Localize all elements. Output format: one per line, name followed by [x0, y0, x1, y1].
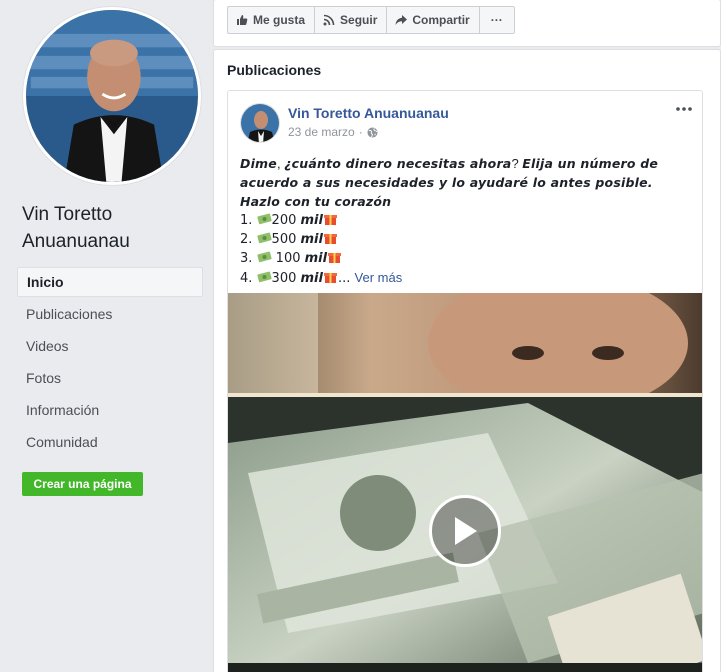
post-text-part: Dime	[240, 156, 277, 171]
thumbs-up-icon	[237, 15, 248, 25]
nav-item-informacion[interactable]: Información	[17, 395, 203, 427]
gift-icon	[323, 215, 337, 225]
post-meta: 23 de marzo ·	[288, 125, 378, 139]
meta-separator: ·	[358, 125, 363, 139]
left-column: Vin Toretto Anuanuanau Inicio Publicacio…	[0, 0, 214, 672]
list-item-number: 1.	[240, 213, 253, 228]
share-arrow-icon	[395, 15, 408, 25]
create-page-button[interactable]: Crear una página	[22, 472, 143, 496]
ellipsis: ...	[337, 271, 351, 286]
share-button[interactable]: Compartir	[386, 6, 480, 34]
list-item-amount: 500	[271, 232, 297, 247]
list-item-number: 4.	[240, 271, 253, 286]
list-item-amount: 200	[271, 213, 297, 228]
gift-icon	[323, 234, 337, 244]
posts-card: Publicaciones Vin Toretto Anuanuanau 23 …	[213, 49, 721, 672]
list-item-number: 3.	[240, 251, 253, 266]
post-media[interactable]	[228, 273, 702, 672]
list-item: 2. 500 mil	[240, 230, 670, 249]
post-date[interactable]: 23 de marzo	[288, 125, 355, 139]
nav-item-inicio[interactable]: Inicio	[17, 267, 203, 297]
play-icon	[455, 517, 477, 545]
profile-photo-image	[26, 10, 198, 182]
more-actions-button[interactable]: ···	[478, 6, 515, 34]
list-item-unit: mil	[300, 271, 323, 286]
post-options-button[interactable]	[674, 99, 694, 119]
money-icon	[256, 251, 272, 263]
list-item: 4. 300 mil... Ver más	[240, 268, 670, 288]
gift-icon	[323, 273, 337, 283]
share-label: Compartir	[412, 13, 470, 27]
money-icon	[256, 271, 272, 283]
follow-button[interactable]: Seguir	[314, 6, 388, 34]
list-item-unit: mil	[300, 213, 323, 228]
globe-icon	[367, 126, 378, 138]
list-item: 3. 100 mil	[240, 249, 670, 268]
posts-section-title: Publicaciones	[227, 62, 322, 78]
profile-picture[interactable]	[22, 6, 202, 186]
more-label: ···	[490, 13, 503, 27]
list-item-amount: 300	[271, 271, 297, 286]
post-author-avatar[interactable]	[240, 103, 280, 143]
post-text-part: ¿cuánto dinero necesitas ahora	[284, 156, 512, 171]
page-name[interactable]: Vin Toretto Anuanuanau	[22, 201, 202, 255]
avatar-image	[241, 104, 279, 142]
play-video-button[interactable]	[429, 495, 501, 567]
post-text-part: ?	[511, 156, 523, 171]
like-label: Me gusta	[253, 13, 306, 27]
more-dots-icon	[676, 107, 692, 111]
like-button[interactable]: Me gusta	[227, 6, 316, 34]
nav-item-videos[interactable]: Videos	[17, 331, 203, 363]
post-text: Dime, ¿cuánto dinero necesitas ahora? El…	[240, 154, 670, 288]
page-nav: Inicio Publicaciones Videos Fotos Inform…	[17, 267, 203, 459]
post: Vin Toretto Anuanuanau 23 de marzo · Dim…	[227, 90, 703, 672]
list-item-unit: mil	[304, 251, 328, 266]
page-actions: Me gusta Seguir Compartir ···	[227, 6, 515, 34]
list-item-number: 2.	[240, 232, 253, 247]
list-item: 1. 200 mil	[240, 211, 670, 230]
follow-label: Seguir	[340, 13, 378, 27]
post-media-image	[228, 273, 702, 672]
see-more-link[interactable]: Ver más	[355, 270, 403, 285]
nav-item-fotos[interactable]: Fotos	[17, 363, 203, 395]
gift-icon	[328, 253, 342, 263]
list-item-unit: mil	[300, 232, 323, 247]
list-item-amount: 100	[271, 251, 301, 266]
money-icon	[256, 213, 272, 225]
nav-item-publicaciones[interactable]: Publicaciones	[17, 299, 203, 331]
post-author-name[interactable]: Vin Toretto Anuanuanau	[288, 105, 449, 121]
nav-item-comunidad[interactable]: Comunidad	[17, 427, 203, 459]
money-icon	[256, 232, 272, 244]
rss-icon	[323, 14, 335, 26]
action-bar-card: Me gusta Seguir Compartir ···	[213, 0, 721, 47]
